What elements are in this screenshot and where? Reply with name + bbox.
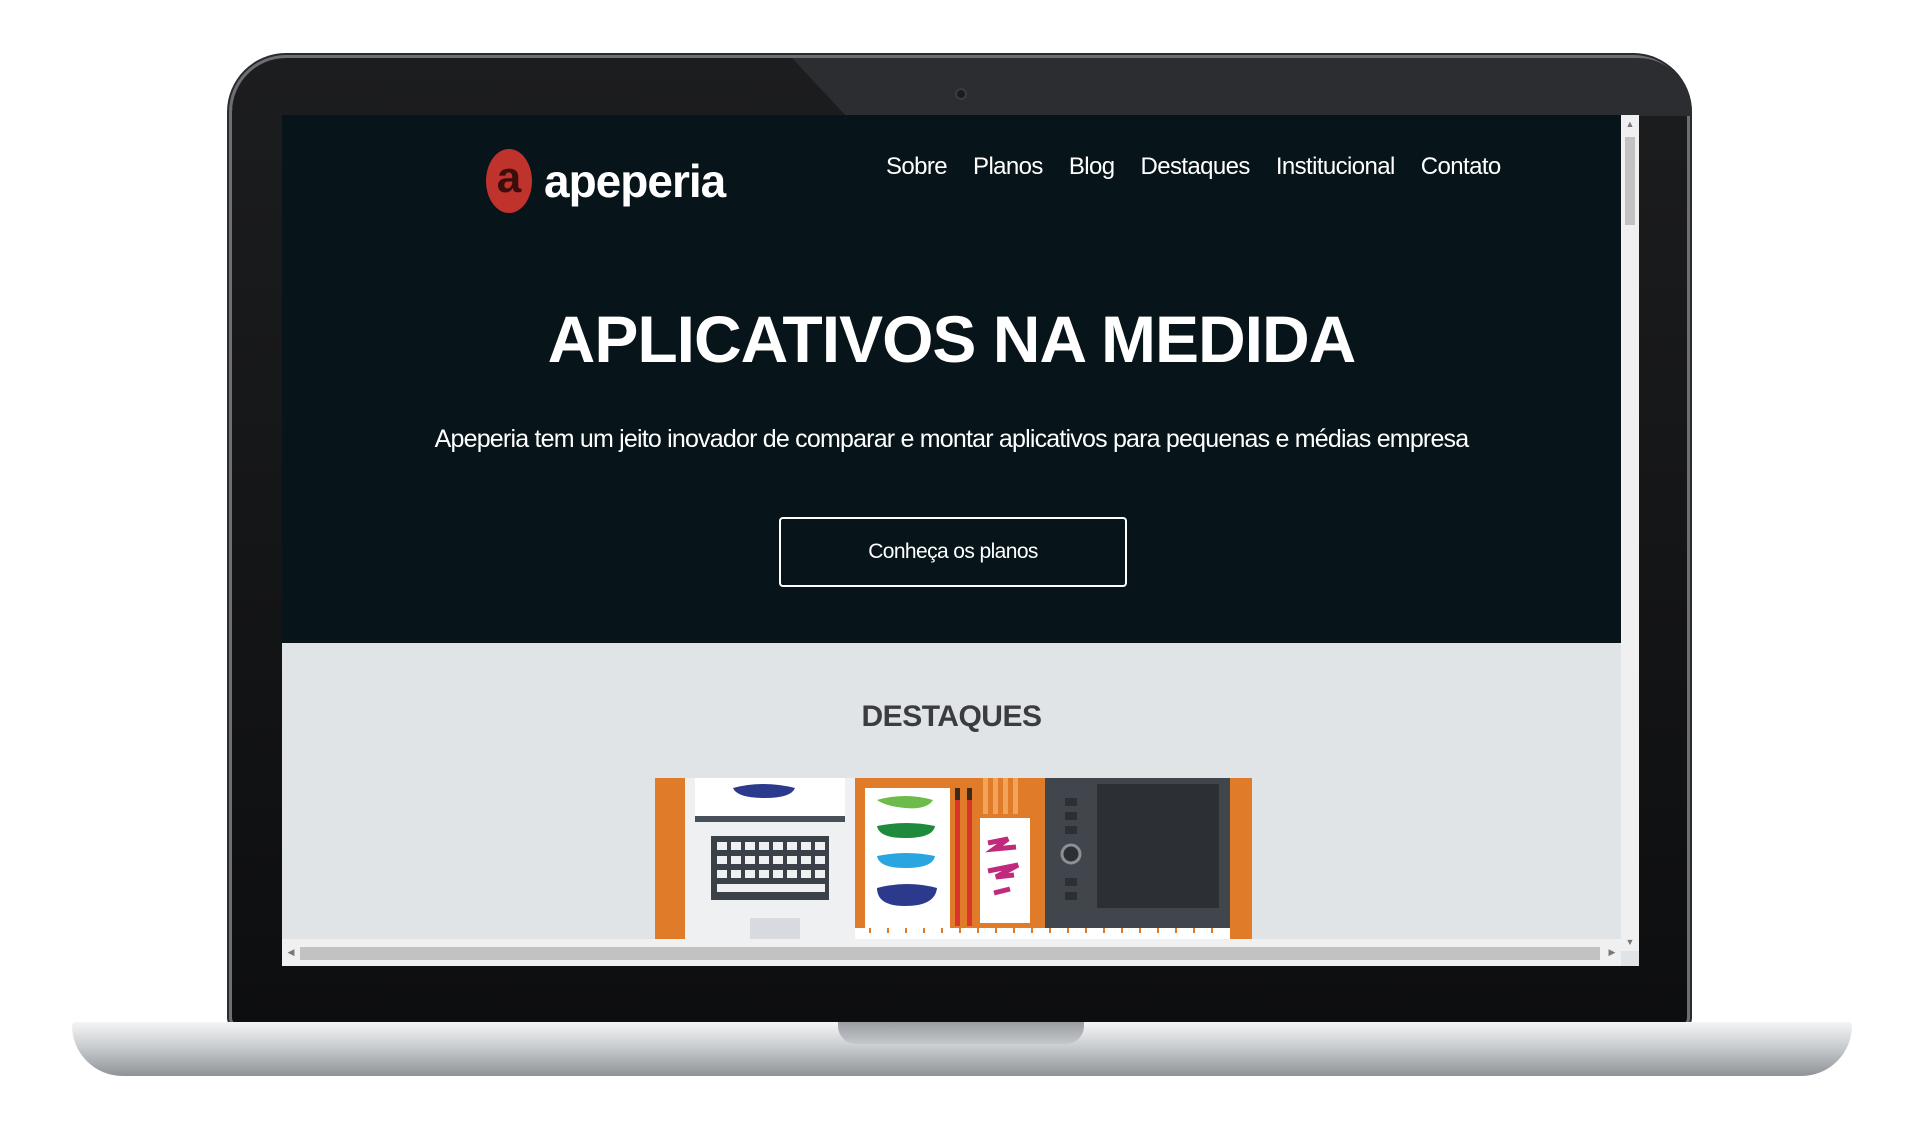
- horizontal-scrollbar[interactable]: ◀ ▶: [282, 939, 1621, 966]
- logo[interactable]: a apeperia: [486, 148, 726, 214]
- camera-icon: [955, 88, 967, 100]
- nav-item-institucional[interactable]: Institucional: [1276, 153, 1396, 181]
- lid-glare: [792, 58, 1692, 116]
- nav-item-blog[interactable]: Blog: [1069, 153, 1115, 181]
- logo-letter: a: [496, 153, 522, 202]
- nav-item-contato[interactable]: Contato: [1421, 153, 1501, 181]
- plans-cta-button[interactable]: Conheça os planos: [779, 517, 1127, 587]
- section-title-destaques: DESTAQUES: [861, 700, 1042, 733]
- scroll-down-icon[interactable]: ▼: [1621, 933, 1639, 951]
- logo-mark-icon: a: [486, 149, 532, 213]
- scroll-right-icon[interactable]: ▶: [1603, 939, 1621, 966]
- browser-viewport: a apeperia Sobre Planos Blog Destaques I…: [282, 115, 1639, 966]
- hero-section: a apeperia Sobre Planos Blog Destaques I…: [282, 115, 1621, 643]
- scroll-left-icon[interactable]: ◀: [282, 939, 300, 966]
- nav-item-planos[interactable]: Planos: [973, 153, 1043, 181]
- brand-name: apeperia: [544, 155, 726, 207]
- laptop-base-notch: [838, 1022, 1084, 1044]
- nav-item-sobre[interactable]: Sobre: [886, 153, 948, 181]
- horizontal-scroll-thumb[interactable]: [300, 947, 1600, 960]
- main-nav: Sobre Planos Blog Destaques Instituciona…: [886, 153, 1501, 181]
- designer-desk-illustration-icon[interactable]: [655, 778, 1252, 939]
- nav-item-destaques[interactable]: Destaques: [1140, 153, 1250, 181]
- vertical-scrollbar[interactable]: ▲ ▼: [1621, 115, 1639, 951]
- scroll-up-icon[interactable]: ▲: [1621, 115, 1639, 133]
- vertical-scroll-thumb[interactable]: [1625, 137, 1635, 225]
- hero-title: APLICATIVOS NA MEDIDA: [547, 302, 1357, 376]
- hero-subtitle: Apeperia tem um jeito inovador de compar…: [434, 425, 1470, 453]
